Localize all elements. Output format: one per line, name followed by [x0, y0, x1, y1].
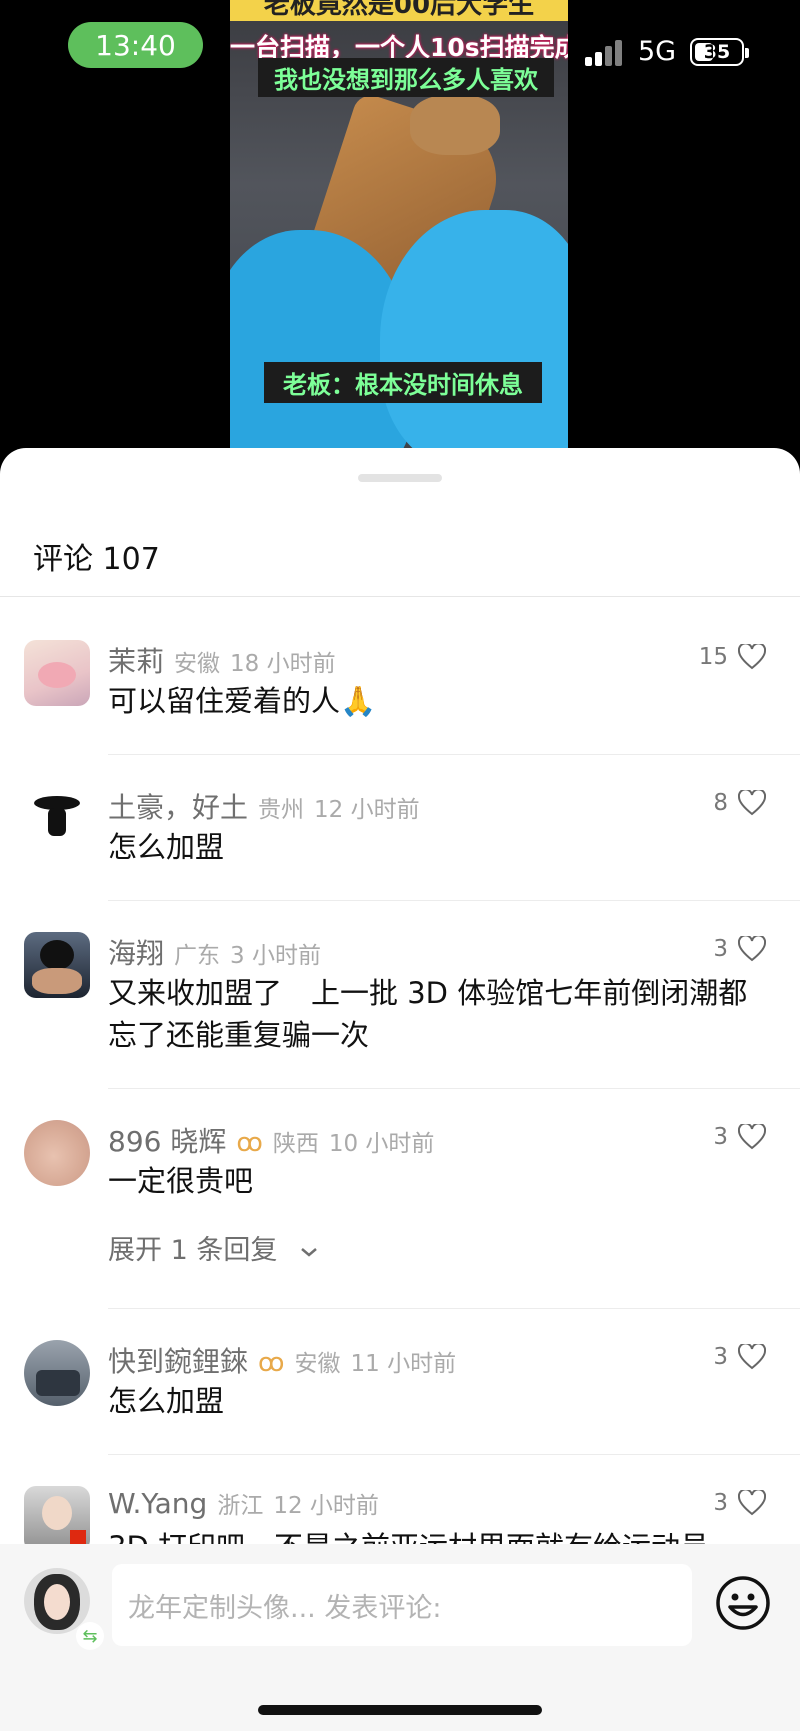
expand-replies-button[interactable]: 展开 1 条回复 [108, 1228, 320, 1267]
comment-username[interactable]: 896 晓辉 [108, 1125, 226, 1158]
like-count: 3 [713, 1344, 728, 1370]
sheet-grab-handle[interactable] [358, 474, 442, 482]
battery-icon: 35 [690, 38, 749, 66]
smiley-face-icon[interactable] [714, 1574, 772, 1632]
title-divider [0, 596, 800, 597]
heart-outline-icon [738, 790, 766, 816]
signal-icon [585, 38, 625, 66]
comment-location: 浙江 [217, 1493, 264, 1519]
comment-text: 一定很贵吧 [108, 1164, 254, 1198]
avatar[interactable] [24, 1340, 90, 1406]
like-button[interactable]: 3 [713, 1344, 766, 1370]
avatar[interactable] [24, 786, 90, 852]
sync-arrows-icon[interactable]: ⇆ [76, 1622, 104, 1650]
avatar[interactable] [24, 640, 90, 706]
heart-outline-icon [738, 936, 766, 962]
like-button[interactable]: 3 [713, 1490, 766, 1516]
battery-level: 35 [703, 41, 731, 63]
like-count: 3 [713, 1490, 728, 1516]
like-count: 15 [698, 644, 728, 670]
fan-badge-icon: ꝏ [258, 1348, 285, 1378]
fan-badge-icon: ꝏ [236, 1128, 263, 1158]
like-count: 3 [713, 1124, 728, 1150]
comment-location: 安徽 [174, 651, 221, 677]
avatar[interactable] [24, 1486, 90, 1544]
comment-time: 12 小时前 [273, 1493, 379, 1519]
comment-time: 3 小时前 [230, 943, 321, 969]
comment-username[interactable]: 海翔 [108, 937, 164, 970]
chevron-down-icon [301, 1248, 317, 1257]
comment-count-title: 评论 107 [33, 542, 160, 577]
comment-text: 又来收加盟了 上一批 3D 体验馆七年前倒闭潮都忘了还能重复骗一次 [108, 976, 748, 1052]
comment-username[interactable]: 土豪，好土 [108, 791, 248, 824]
heart-outline-icon [738, 1344, 766, 1370]
heart-outline-icon [738, 644, 766, 670]
comment-separator [108, 1454, 800, 1455]
comment-text: 怎么加盟 [108, 830, 225, 864]
comment-location: 贵州 [258, 797, 305, 823]
like-button[interactable]: 3 [713, 1124, 766, 1150]
comment-composer-bar: ⇆ 龙年定制头像... 发表评论: [0, 1544, 800, 1731]
comment-input[interactable]: 龙年定制头像... 发表评论: [112, 1564, 692, 1646]
my-avatar[interactable] [24, 1568, 90, 1634]
comment-location: 安徽 [294, 1351, 341, 1377]
comment-time: 12 小时前 [314, 797, 420, 823]
comment-separator [108, 1088, 800, 1089]
comment-text: 怎么加盟 [108, 1384, 225, 1418]
status-time: 13:40 [68, 22, 203, 68]
comment-location: 广东 [174, 943, 221, 969]
comment-username[interactable]: W.Yang [108, 1487, 207, 1520]
comment-separator [108, 900, 800, 901]
like-button[interactable]: 3 [713, 936, 766, 962]
network-type: 5G [638, 36, 677, 67]
like-button[interactable]: 8 [713, 790, 766, 816]
avatar[interactable] [24, 1120, 90, 1186]
comment-sheet: 评论 107 茉莉 安徽 18 小时前 15 可以留住爱着的人🙏 土豪，好土 贵州 12… [0, 448, 800, 1731]
comment-username[interactable]: 茉莉 [108, 645, 164, 678]
avatar[interactable] [24, 932, 90, 998]
comment-time: 18 小时前 [230, 651, 336, 677]
like-button[interactable]: 15 [699, 644, 766, 670]
comment-separator [108, 754, 800, 755]
comment-item: W.Yang 浙江 12 小时前 3 3D 打印吧，不是之前亚运村里面就有给运动员 [0, 1486, 800, 1544]
expand-replies-label: 展开 1 条回复 [108, 1235, 278, 1266]
home-indicator[interactable] [258, 1705, 542, 1715]
comment-location: 陕西 [272, 1131, 319, 1157]
like-count: 8 [713, 790, 728, 816]
status-bar: 13:40 5G 35 [0, 0, 800, 100]
heart-outline-icon [738, 1124, 766, 1150]
comment-time: 10 小时前 [328, 1131, 435, 1157]
comment-text: 3D 打印吧，不是之前亚运村里面就有给运动员 [108, 1526, 768, 1544]
comment-separator [108, 1308, 800, 1309]
like-count: 3 [713, 936, 728, 962]
heart-outline-icon [738, 1490, 766, 1516]
comment-text: 可以留住爱着的人🙏 [108, 684, 377, 718]
comment-username[interactable]: 快到鋺鋰錸 [108, 1345, 248, 1378]
video-caption-bottom: 老板：根本没时间休息 [264, 362, 542, 403]
comment-time: 11 小时前 [350, 1351, 457, 1377]
